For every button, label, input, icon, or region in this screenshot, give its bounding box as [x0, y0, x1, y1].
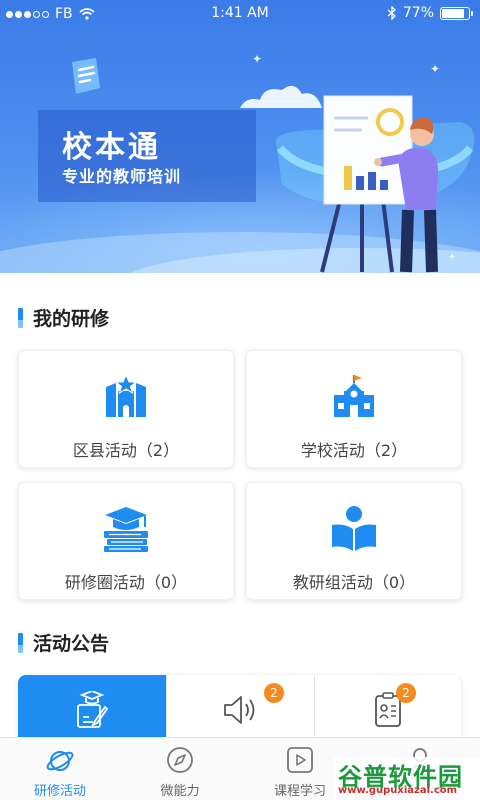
banner-subtitle: 专业的教师培训 — [62, 167, 182, 186]
sparkle-icon: ✦ — [252, 52, 263, 66]
nav-micro-ability[interactable]: 微能力 — [120, 738, 240, 800]
compass-icon — [167, 747, 193, 773]
card-label: 教研组活动（0） — [292, 573, 416, 592]
section-accent-bar — [18, 632, 23, 653]
reader-icon — [332, 506, 376, 551]
tab-notice[interactable]: 2 — [166, 675, 314, 745]
planet-icon — [46, 751, 74, 771]
watermark-url: www.gupuxiazai.com — [338, 785, 458, 796]
county-building-icon — [106, 373, 146, 417]
play-icon — [287, 747, 313, 773]
hero-banner[interactable]: ✦ ✦ ✦ 校本通 专业的教师培训 — [0, 0, 480, 273]
status-bar: FB 1:41 AM 77% — [0, 0, 480, 28]
section-title: 我的研修 — [33, 308, 110, 330]
card-study-circle-activities[interactable]: 研修圈活动（0） — [18, 482, 234, 600]
my-study-header: 我的研修 — [18, 304, 109, 331]
graduation-books-icon — [104, 507, 148, 552]
announcement-tabs: 2 2 — [18, 675, 461, 745]
card-label: 研修圈活动（0） — [64, 573, 188, 592]
nav-study-activities[interactable]: 研修活动 — [0, 738, 120, 800]
section-title: 活动公告 — [33, 633, 110, 655]
nav-label: 微能力 — [160, 784, 200, 799]
speaker-icon — [224, 696, 255, 724]
certificate-edit-icon — [77, 691, 109, 728]
notification-badge: 2 — [264, 683, 284, 703]
notification-badge: 2 — [396, 683, 416, 703]
tab-certificate[interactable] — [18, 675, 166, 745]
watermark: 谷普软件园 www.gupuxiazai.com — [334, 757, 480, 800]
sparkle-icon: ✦ — [430, 62, 441, 76]
card-school-activities[interactable]: 学校活动（2） — [246, 350, 462, 468]
battery-percent: 77% — [402, 5, 434, 21]
card-label: 学校活动（2） — [300, 441, 408, 460]
announcements-header: 活动公告 — [18, 629, 109, 656]
bluetooth-icon — [387, 6, 396, 20]
battery-icon — [440, 6, 473, 20]
card-county-activities[interactable]: 区县活动（2） — [18, 350, 234, 468]
section-accent-bar — [18, 307, 23, 328]
document-icon — [72, 58, 100, 94]
banner-title: 校本通 — [62, 130, 161, 165]
nav-label: 研修活动 — [33, 784, 86, 799]
tab-clipboard[interactable]: 2 — [314, 675, 461, 745]
card-label: 区县活动（2） — [72, 441, 180, 460]
teacher-illustration — [275, 95, 475, 273]
card-teaching-group-activities[interactable]: 教研组活动（0） — [246, 482, 462, 600]
school-icon — [334, 375, 374, 417]
